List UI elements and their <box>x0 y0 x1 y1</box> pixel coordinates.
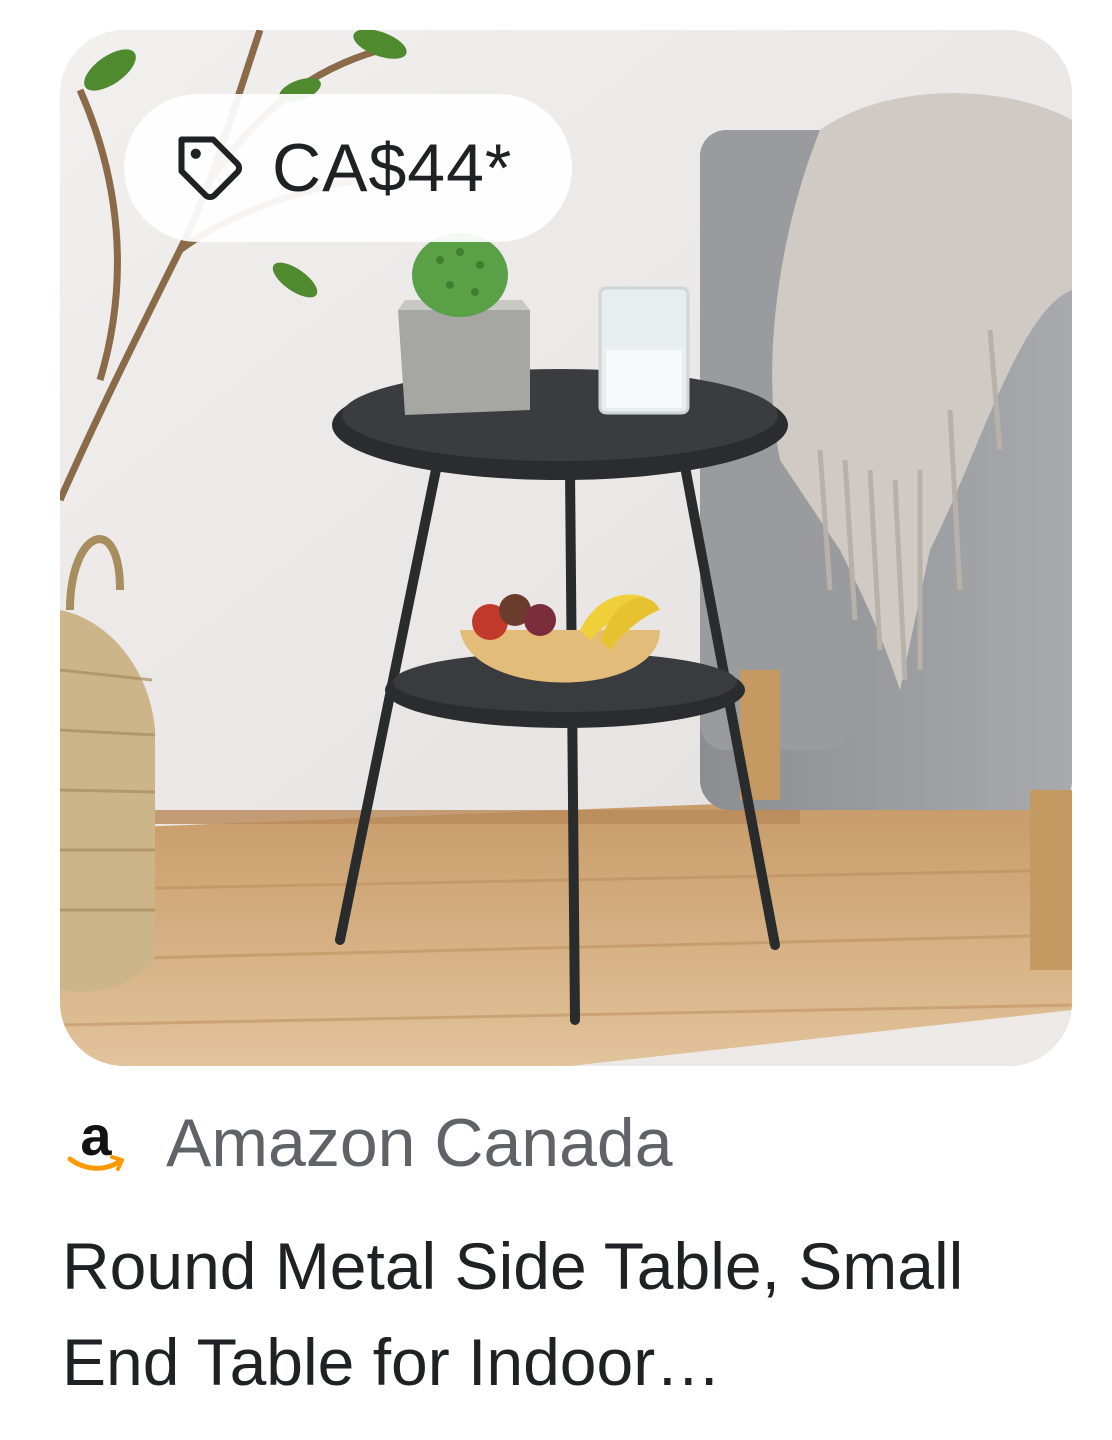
tag-icon <box>178 136 242 200</box>
merchant-name: Amazon Canada <box>166 1105 673 1181</box>
product-card[interactable]: CA$44* a Amazon Canada Round Metal Side … <box>0 0 1112 1440</box>
merchant-row[interactable]: a Amazon Canada <box>62 1098 673 1188</box>
amazon-smile-icon <box>67 1155 124 1171</box>
price-badge: CA$44* <box>124 94 573 242</box>
amazon-logo-icon: a <box>62 1108 130 1177</box>
product-image[interactable]: CA$44* <box>60 30 1072 1066</box>
product-title[interactable]: Round Metal Side Table, Small End Table … <box>62 1218 1062 1410</box>
price-text: CA$44* <box>272 130 513 206</box>
